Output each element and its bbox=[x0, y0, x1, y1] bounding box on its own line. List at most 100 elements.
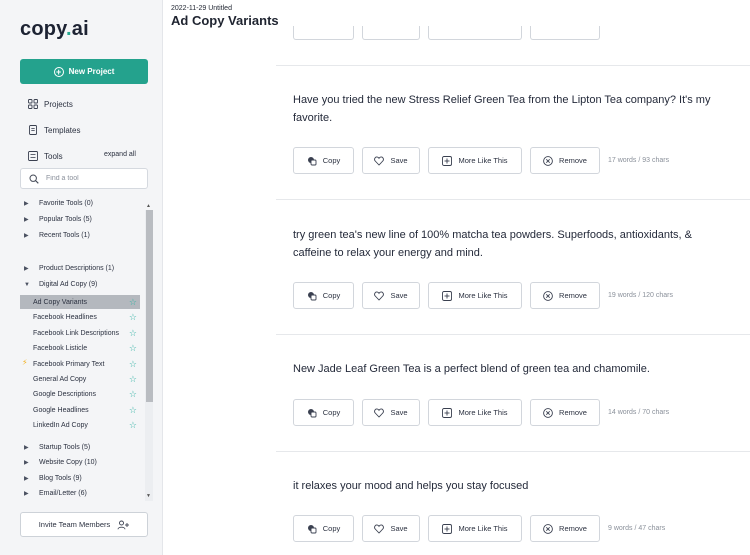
scroll-down-arrow-icon[interactable]: ▼ bbox=[146, 493, 151, 499]
scrollbar-thumb[interactable] bbox=[146, 210, 153, 402]
new-project-label: New Project bbox=[68, 67, 115, 76]
tool-google-descriptions[interactable]: Google Descriptions ☆ bbox=[20, 387, 140, 401]
tool-label: Ad Copy Variants bbox=[33, 298, 87, 306]
result-actions: Copy Save More Like This Remove 19 words… bbox=[293, 282, 673, 309]
group-digital-ad-copy[interactable]: ▼ Digital Ad Copy (9) bbox=[24, 281, 97, 288]
group-website-copy[interactable]: ▶ Website Copy (10) bbox=[24, 459, 97, 466]
copyai-logo[interactable]: copy.ai bbox=[20, 18, 89, 41]
copy-button[interactable]: Copy bbox=[293, 399, 354, 426]
group-favorite-tools[interactable]: ▶ Favorite Tools (0) bbox=[24, 200, 93, 207]
nav-tools[interactable]: Tools bbox=[28, 151, 63, 161]
new-project-button[interactable]: + New Project bbox=[20, 59, 148, 84]
star-icon[interactable]: ☆ bbox=[129, 343, 137, 354]
remove-label: Remove bbox=[559, 524, 587, 533]
group-label: Startup Tools (5) bbox=[39, 444, 91, 451]
page-title: Ad Copy Variants bbox=[171, 13, 279, 28]
tool-linkedin-ad-copy[interactable]: LinkedIn Ad Copy ☆ bbox=[20, 418, 140, 432]
star-icon[interactable]: ☆ bbox=[129, 389, 137, 400]
document-icon bbox=[29, 125, 37, 135]
copy-button[interactable]: Copy bbox=[293, 147, 354, 174]
remove-button[interactable]: Remove bbox=[530, 515, 600, 542]
group-recent-tools[interactable]: ▶ Recent Tools (1) bbox=[24, 232, 90, 239]
tool-facebook-primary-text[interactable]: ⚡ Facebook Primary Text ☆ bbox=[20, 357, 140, 371]
result-actions: Copy Save More Like This Remove 14 words… bbox=[293, 399, 669, 426]
divider bbox=[276, 199, 750, 200]
search-icon bbox=[29, 173, 39, 184]
remove-label: Remove bbox=[559, 408, 587, 417]
plus-square-icon bbox=[442, 290, 453, 301]
copy-label: Copy bbox=[322, 408, 341, 417]
copy-button[interactable]: Copy bbox=[293, 282, 354, 309]
star-icon[interactable]: ☆ bbox=[129, 297, 137, 308]
group-product-descriptions[interactable]: ▶ Product Descriptions (1) bbox=[24, 265, 114, 272]
tool-ad-copy-variants[interactable]: Ad Copy Variants ☆ bbox=[20, 295, 140, 309]
tools-icon bbox=[28, 151, 38, 161]
sidebar: copy.ai + New Project Projects Templates… bbox=[0, 0, 163, 555]
plus-square-icon bbox=[442, 155, 453, 166]
tool-google-headlines[interactable]: Google Headlines ☆ bbox=[20, 403, 140, 417]
result-text: New Jade Leaf Green Tea is a perfect ble… bbox=[293, 363, 650, 375]
tool-label: Facebook Listicle bbox=[33, 344, 88, 352]
partial-more-button[interactable] bbox=[428, 26, 522, 40]
remove-button[interactable]: Remove bbox=[530, 282, 600, 309]
group-email-letter[interactable]: ▶ Email/Letter (6) bbox=[24, 490, 87, 497]
copy-label: Copy bbox=[322, 524, 341, 533]
scroll-up-arrow-icon[interactable]: ▲ bbox=[146, 203, 151, 209]
copy-button[interactable]: Copy bbox=[293, 515, 354, 542]
more-like-this-button[interactable]: More Like This bbox=[428, 399, 522, 426]
star-icon[interactable]: ☆ bbox=[129, 405, 137, 416]
find-tool-input[interactable] bbox=[46, 175, 136, 182]
tool-facebook-headlines[interactable]: Facebook Headlines ☆ bbox=[20, 310, 140, 324]
save-button[interactable]: Save bbox=[362, 147, 420, 174]
save-button[interactable]: Save bbox=[362, 399, 420, 426]
tool-general-ad-copy[interactable]: General Ad Copy ☆ bbox=[20, 372, 140, 386]
star-icon[interactable]: ☆ bbox=[129, 328, 137, 339]
more-label: More Like This bbox=[458, 156, 508, 165]
save-button[interactable]: Save bbox=[362, 515, 420, 542]
tool-facebook-link-descriptions[interactable]: Facebook Link Descriptions ☆ bbox=[20, 326, 140, 340]
find-tool-search[interactable] bbox=[20, 168, 148, 189]
group-label: Popular Tools (5) bbox=[39, 216, 92, 223]
star-icon[interactable]: ☆ bbox=[129, 374, 137, 385]
nav-templates[interactable]: Templates bbox=[28, 125, 80, 135]
result-text: Have you tried the new Stress Relief Gre… bbox=[293, 94, 711, 124]
star-icon[interactable]: ☆ bbox=[129, 359, 137, 370]
star-icon[interactable]: ☆ bbox=[129, 312, 137, 323]
caret-right-icon: ▶ bbox=[24, 217, 29, 223]
caret-right-icon: ▶ bbox=[24, 491, 29, 497]
tool-label: Facebook Headlines bbox=[33, 313, 97, 321]
remove-button[interactable]: Remove bbox=[530, 399, 600, 426]
tool-facebook-listicle[interactable]: Facebook Listicle ☆ bbox=[20, 341, 140, 355]
remove-button[interactable]: Remove bbox=[530, 147, 600, 174]
star-icon[interactable]: ☆ bbox=[129, 420, 137, 431]
more-like-this-button[interactable]: More Like This bbox=[428, 515, 522, 542]
invite-team-members-button[interactable]: Invite Team Members bbox=[20, 512, 148, 537]
group-blog-tools[interactable]: ▶ Blog Tools (9) bbox=[24, 475, 82, 482]
group-startup-tools[interactable]: ▶ Startup Tools (5) bbox=[24, 444, 90, 451]
group-popular-tools[interactable]: ▶ Popular Tools (5) bbox=[24, 216, 92, 223]
partial-remove-button[interactable] bbox=[530, 26, 600, 40]
nav-projects[interactable]: Projects bbox=[28, 99, 73, 109]
more-label: More Like This bbox=[458, 524, 508, 533]
lightning-icon: ⚡ bbox=[22, 358, 28, 367]
copy-icon bbox=[307, 408, 317, 417]
partial-save-button[interactable] bbox=[362, 26, 420, 40]
x-circle-icon bbox=[543, 155, 553, 166]
grid-icon bbox=[28, 99, 38, 109]
expand-all-link[interactable]: expand all bbox=[104, 151, 136, 158]
x-circle-icon bbox=[543, 290, 553, 301]
logo-text: copy bbox=[20, 18, 66, 40]
result-text: it relaxes your mood and helps you stay … bbox=[293, 480, 529, 492]
group-label: Digital Ad Copy (9) bbox=[39, 281, 98, 288]
caret-right-icon: ▶ bbox=[24, 476, 29, 482]
save-button[interactable]: Save bbox=[362, 282, 420, 309]
project-date-title[interactable]: 2022-11-29 Untitled bbox=[171, 5, 279, 12]
more-like-this-button[interactable]: More Like This bbox=[428, 147, 522, 174]
more-like-this-button[interactable]: More Like This bbox=[428, 282, 522, 309]
word-char-count: 17 words / 93 chars bbox=[608, 157, 670, 164]
group-label: Product Descriptions (1) bbox=[39, 265, 115, 272]
caret-right-icon: ▶ bbox=[24, 445, 29, 451]
partial-copy-button[interactable] bbox=[293, 26, 354, 40]
result-actions: Copy Save More Like This Remove 9 words … bbox=[293, 515, 665, 542]
add-user-icon bbox=[117, 520, 130, 529]
